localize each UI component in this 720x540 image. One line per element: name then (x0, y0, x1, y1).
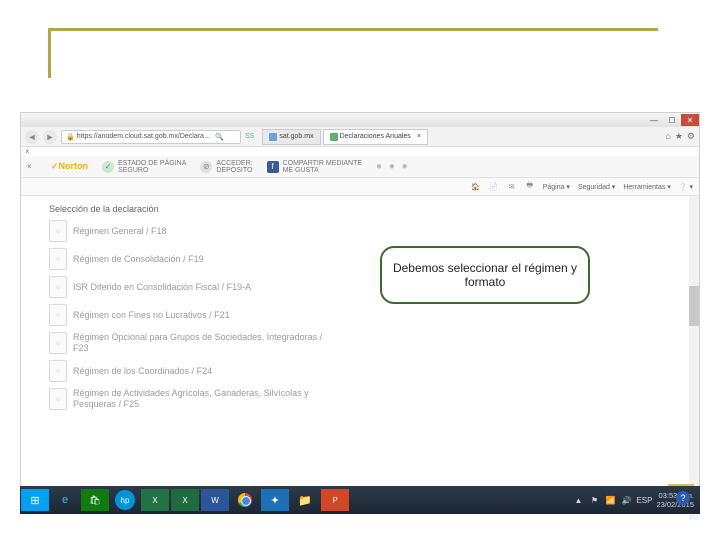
norton-logo: ✓Norton (51, 161, 88, 172)
menu-help[interactable]: ❔ ▾ (679, 183, 693, 191)
norton-vault[interactable]: ⊘ ACCEDER: DEPÓSITO (200, 160, 252, 174)
app-blue-icon[interactable]: ✦ (261, 489, 289, 511)
help-button[interactable]: ? (676, 491, 690, 505)
norton-toolbar: × ✓Norton ✓ ESTADO DE PÁGINA SEGURO ⊘ AC… (21, 156, 699, 178)
explorer-icon[interactable]: 📁 (291, 489, 319, 511)
window-titlebar: — ☐ ✕ (21, 113, 699, 127)
menu-security[interactable]: Seguridad ▾ (578, 183, 615, 191)
close-norton-button[interactable]: × (27, 162, 37, 171)
tab-label: sat.gob.mx (279, 133, 313, 140)
network-icon[interactable]: 📶 (604, 494, 616, 506)
regime-option[interactable]: ○ Régimen con Fines no Lucrativos / F21 (49, 304, 633, 326)
hp-icon[interactable]: hp (111, 489, 139, 511)
feed-icon[interactable]: 📄 (489, 182, 499, 192)
norton-item-title: ESTADO DE PÁGINA (118, 160, 186, 167)
url-text: https://anudem.cloud.sat.gob.mx/Declara… (77, 133, 211, 140)
menu-tools[interactable]: Herramientas ▾ (623, 183, 670, 191)
print-icon[interactable]: 🖶 (525, 182, 535, 192)
norton-item-sub: ME GUSTA (283, 167, 362, 174)
tab-favicon-icon (330, 133, 338, 141)
main-panel: Selección de la declaración ○ Régimen Gen… (21, 196, 699, 520)
regime-option[interactable]: ○ Régimen de Actividades Agrícolas, Ganad… (49, 388, 633, 410)
language-indicator[interactable]: ESP (636, 496, 652, 505)
browser-window: — ☐ ✕ ◄ ► 🔒 https://anudem.cloud.sat.gob… (20, 112, 700, 512)
tray-up-icon[interactable]: ▲ (572, 494, 584, 506)
browser-tab-active[interactable]: Declaraciones Anuales × (323, 129, 428, 145)
home-icon[interactable]: ⌂ (665, 131, 670, 142)
mail-icon[interactable]: ✉ (507, 182, 517, 192)
favorites-icon[interactable]: ★ (675, 131, 683, 142)
browser-tab[interactable]: sat.gob.mx (262, 129, 320, 145)
regime-option[interactable]: ○ Régimen de los Coordinados / F24 (49, 360, 633, 382)
option-label: Régimen con Fines no Lucrativos / F21 (73, 310, 230, 321)
url-field[interactable]: 🔒 https://anudem.cloud.sat.gob.mx/Declar… (61, 130, 241, 144)
word-icon[interactable]: W (201, 489, 229, 511)
norton-item-title: COMPARTIR MEDIANTE (283, 160, 362, 167)
more-dots-icon[interactable]: ● ● ● (376, 161, 410, 172)
menu-page[interactable]: Página ▾ (543, 183, 570, 191)
tab-favicon-icon (269, 133, 277, 141)
settings-icon[interactable]: ⚙ (687, 131, 695, 142)
annotation-callout: Debemos seleccionar el régimen y formato (380, 246, 590, 304)
tab-close-icon[interactable]: × (417, 133, 421, 140)
volume-icon[interactable]: 🔊 (620, 494, 632, 506)
facebook-icon: f (267, 161, 279, 173)
ss-indicator: SS (245, 133, 254, 140)
tab-label: Declaraciones Anuales (340, 133, 411, 140)
store-icon[interactable]: 🛍 (81, 489, 109, 511)
scrollbar-track[interactable] (689, 196, 699, 520)
option-label: ISR Diferido en Consolidación Fiscal / F… (73, 282, 251, 293)
forward-button[interactable]: ► (43, 130, 57, 144)
close-bar-button[interactable]: × (21, 147, 31, 156)
action-flag-icon[interactable]: ⚑ (588, 494, 600, 506)
excel-icon[interactable]: X (141, 489, 169, 511)
option-label: Régimen de Consolidación / F19 (73, 254, 204, 265)
option-label: Régimen General / F18 (73, 226, 167, 237)
radio-button[interactable]: ○ (49, 360, 67, 382)
tab-strip: sat.gob.mx Declaraciones Anuales × (262, 129, 657, 145)
maximize-button[interactable]: ☐ (663, 114, 681, 126)
slide-border (48, 28, 658, 78)
option-label: Régimen de los Coordinados / F24 (73, 366, 212, 377)
norton-page-status[interactable]: ✓ ESTADO DE PÁGINA SEGURO (102, 160, 186, 174)
radio-button[interactable]: ○ (49, 304, 67, 326)
norton-item-title: ACCEDER: (216, 160, 252, 167)
page-content: Selección de la declaración ○ Régimen Gen… (21, 196, 699, 520)
option-label: Régimen de Actividades Agrícolas, Ganade… (73, 388, 333, 410)
section-title: Selección de la declaración (49, 204, 633, 214)
chrome-icon[interactable] (231, 489, 259, 511)
option-label: Régimen Opcional para Grupos de Sociedad… (73, 332, 333, 354)
radio-button[interactable]: ○ (49, 248, 67, 270)
scrollbar-thumb[interactable] (689, 286, 699, 326)
toolbar-right: ⌂ ★ ⚙ (665, 131, 695, 142)
radio-button[interactable]: ○ (49, 332, 67, 354)
powerpoint-icon[interactable]: P (321, 489, 349, 511)
lock-icon: 🔒 (66, 133, 75, 141)
windows-taskbar: ⊞ e 🛍 hp X X W ✦ 📁 P ▲ ⚑ 📶 🔊 ESP 03:53 p… (20, 486, 700, 514)
norton-item-sub: SEGURO (118, 167, 186, 174)
search-icon: 🔍 (215, 133, 224, 141)
close-button[interactable]: ✕ (681, 114, 699, 126)
taskbar-apps: ⊞ e 🛍 hp X X W ✦ 📁 P (20, 486, 350, 514)
norton-item-sub: DEPÓSITO (216, 167, 252, 174)
excel2-icon[interactable]: X (171, 489, 199, 511)
radio-button[interactable]: ○ (49, 276, 67, 298)
regime-option[interactable]: ○ Régimen General / F18 (49, 220, 633, 242)
start-button[interactable]: ⊞ (21, 489, 49, 511)
ie-command-bar: 🏠 📄 ✉ 🖶 Página ▾ Seguridad ▾ Herramienta… (21, 178, 699, 196)
vault-icon: ⊘ (200, 161, 212, 173)
home-icon[interactable]: 🏠 (471, 182, 481, 192)
address-bar: ◄ ► 🔒 https://anudem.cloud.sat.gob.mx/De… (21, 127, 699, 147)
ie-icon[interactable]: e (51, 489, 79, 511)
radio-button[interactable]: ○ (49, 220, 67, 242)
norton-share[interactable]: f COMPARTIR MEDIANTE ME GUSTA (267, 160, 362, 174)
back-button[interactable]: ◄ (25, 130, 39, 144)
radio-button[interactable]: ○ (49, 388, 67, 410)
regime-option[interactable]: ○ Régimen Opcional para Grupos de Socieda… (49, 332, 633, 354)
minimize-button[interactable]: — (645, 114, 663, 126)
check-icon: ✓ (102, 161, 114, 173)
